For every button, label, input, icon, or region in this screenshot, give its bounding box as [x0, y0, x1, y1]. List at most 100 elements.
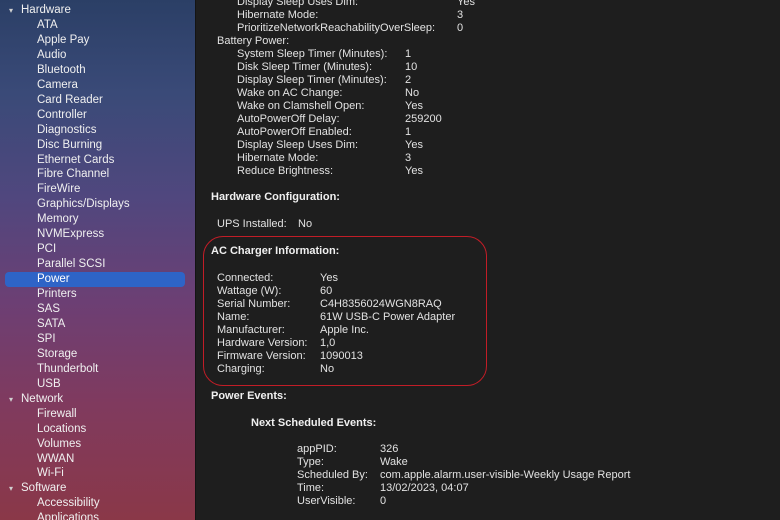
- sidebar-section-software[interactable]: ▾ Software: [9, 481, 66, 496]
- sidebar-item-sas[interactable]: SAS: [37, 302, 60, 317]
- row-key: Scheduled By:: [297, 469, 368, 481]
- sidebar-item-camera[interactable]: Camera: [37, 78, 78, 93]
- sidebar-section-label: Hardware: [21, 4, 71, 16]
- hardware-configuration-row: UPS Installed: No: [217, 218, 777, 231]
- row-value: 1: [405, 48, 412, 60]
- row-value: Apple Inc.: [320, 324, 369, 336]
- sidebar-item-ata[interactable]: ATA: [37, 18, 58, 33]
- sidebar: ▾ Hardware ATA Apple Pay Audio Bluetooth Camer…: [0, 0, 196, 520]
- row-value: 3: [457, 9, 464, 21]
- chevron-down-icon[interactable]: ▾: [9, 3, 19, 18]
- sidebar-item-firewall[interactable]: Firewall: [37, 407, 77, 422]
- row-key: UPS Installed:: [217, 218, 287, 230]
- sidebar-item-applications[interactable]: Applications: [37, 511, 99, 520]
- sidebar-item-fibre-channel[interactable]: Fibre Channel: [37, 167, 109, 182]
- ac-charger-row: Manufacturer: Apple Inc.: [217, 324, 777, 337]
- sidebar-item-usb[interactable]: USB: [37, 377, 61, 392]
- sidebar-item-memory[interactable]: Memory: [37, 212, 79, 227]
- sidebar-item-volumes[interactable]: Volumes: [37, 437, 81, 452]
- row-key: Disk Sleep Timer (Minutes):: [237, 61, 373, 73]
- sidebar-item-thunderbolt[interactable]: Thunderbolt: [37, 362, 98, 377]
- row-value: Yes: [457, 0, 475, 8]
- row-key: Display Sleep Timer (Minutes):: [237, 74, 387, 86]
- sidebar-section-label: Network: [21, 392, 64, 405]
- sidebar-section-hardware[interactable]: ▾ Hardware: [9, 3, 71, 18]
- sidebar-item-parallel-scsi[interactable]: Parallel SCSI: [37, 257, 105, 272]
- scheduled-event-row: appPID: 326: [297, 443, 780, 456]
- battery-power-row: System Sleep Timer (Minutes): 1: [237, 48, 780, 61]
- ac-charger-row: Wattage (W): 60: [217, 285, 777, 298]
- chevron-down-icon[interactable]: ▾: [9, 392, 19, 407]
- battery-power-row: Wake on Clamshell Open: Yes: [237, 100, 780, 113]
- ac-charger-title: AC Charger Information:: [211, 245, 340, 257]
- sidebar-item-printers[interactable]: Printers: [37, 287, 77, 302]
- row-value: Yes: [405, 165, 423, 177]
- sidebar-item-audio[interactable]: Audio: [37, 48, 66, 63]
- power-events-title: Power Events:: [211, 390, 287, 402]
- sidebar-item-firewire[interactable]: FireWire: [37, 182, 80, 197]
- row-key: Firmware Version:: [217, 350, 306, 362]
- sidebar-item-sata[interactable]: SATA: [37, 317, 65, 332]
- sidebar-item-wi-fi[interactable]: Wi-Fi: [37, 466, 64, 481]
- ac-power-row: PrioritizeNetworkReachabilityOverSleep: 0: [237, 22, 780, 35]
- sidebar-item-card-reader[interactable]: Card Reader: [37, 93, 103, 108]
- row-value: C4H8356024WGN8RAQ: [320, 298, 442, 310]
- chevron-down-icon[interactable]: ▾: [9, 481, 19, 496]
- battery-power-title: Battery Power:: [217, 35, 290, 47]
- row-value: 60: [320, 285, 333, 297]
- battery-power-row: Display Sleep Uses Dim: Yes: [237, 139, 780, 152]
- row-key: Hibernate Mode:: [237, 9, 319, 21]
- row-value: No: [320, 363, 335, 375]
- ac-charger-row: Name: 61W USB-C Power Adapter: [217, 311, 777, 324]
- sidebar-item-ethernet-cards[interactable]: Ethernet Cards: [37, 153, 114, 168]
- sidebar-selection-highlight: [5, 272, 185, 288]
- row-key: Hibernate Mode:: [237, 152, 319, 164]
- sidebar-item-power[interactable]: Power: [37, 272, 70, 287]
- battery-power-row: Wake on AC Change: No: [237, 87, 780, 100]
- scheduled-event-row: Time: 13/02/2023, 04:07: [297, 482, 780, 495]
- battery-power-row: Disk Sleep Timer (Minutes): 10: [237, 61, 780, 74]
- sidebar-item-graphics-displays[interactable]: Graphics/Displays: [37, 197, 130, 212]
- row-key: System Sleep Timer (Minutes):: [237, 48, 388, 60]
- row-value: 259200: [405, 113, 442, 125]
- row-value: Yes: [405, 139, 423, 151]
- ac-charger-row: Firmware Version: 1090013: [217, 350, 777, 363]
- row-value: 326: [380, 443, 399, 455]
- sidebar-item-diagnostics[interactable]: Diagnostics: [37, 123, 96, 138]
- row-value: 61W USB-C Power Adapter: [320, 311, 456, 323]
- sidebar-item-accessibility[interactable]: Accessibility: [37, 496, 100, 511]
- ac-power-row: Display Sleep Uses Dim: Yes: [237, 0, 780, 9]
- sidebar-item-disc-burning[interactable]: Disc Burning: [37, 138, 102, 153]
- row-value: 10: [405, 61, 418, 73]
- row-value: 1090013: [320, 350, 363, 362]
- sidebar-item-bluetooth[interactable]: Bluetooth: [37, 63, 86, 78]
- sidebar-section-network[interactable]: ▾ Network: [9, 392, 63, 407]
- sidebar-item-apple-pay[interactable]: Apple Pay: [37, 33, 89, 48]
- row-key: Hardware Version:: [217, 337, 308, 349]
- row-key: UserVisible:: [297, 495, 356, 507]
- row-value: 0: [380, 495, 387, 507]
- detail-pane: Display Sleep Uses Dim: Yes Hibernate Mode…: [196, 0, 780, 520]
- row-key: Manufacturer:: [217, 324, 285, 336]
- sidebar-item-pci[interactable]: PCI: [37, 242, 56, 257]
- row-key: Name:: [217, 311, 250, 323]
- scheduled-event-row: UserVisible: 0: [297, 495, 780, 508]
- sidebar-item-controller[interactable]: Controller: [37, 108, 87, 123]
- row-value: 2: [405, 74, 412, 86]
- row-value: Yes: [320, 272, 338, 284]
- row-value: Yes: [405, 100, 423, 112]
- battery-power-row: AutoPowerOff Delay: 259200: [237, 113, 780, 126]
- row-key: Wattage (W):: [217, 285, 282, 297]
- row-value: 13/02/2023, 04:07: [380, 482, 469, 494]
- row-key: Charging:: [217, 363, 265, 375]
- ac-charger-row: Hardware Version: 1,0: [217, 337, 777, 350]
- row-key: AutoPowerOff Delay:: [237, 113, 340, 125]
- sidebar-item-storage[interactable]: Storage: [37, 347, 77, 362]
- row-key: Display Sleep Uses Dim:: [237, 139, 359, 151]
- sidebar-item-spi[interactable]: SPI: [37, 332, 56, 347]
- sidebar-item-wwan[interactable]: WWAN: [37, 452, 74, 467]
- row-key: PrioritizeNetworkReachabilityOverSleep:: [237, 22, 436, 34]
- sidebar-item-nvmexpress[interactable]: NVMExpress: [37, 227, 104, 242]
- row-value: No: [298, 218, 313, 230]
- sidebar-item-locations[interactable]: Locations: [37, 422, 86, 437]
